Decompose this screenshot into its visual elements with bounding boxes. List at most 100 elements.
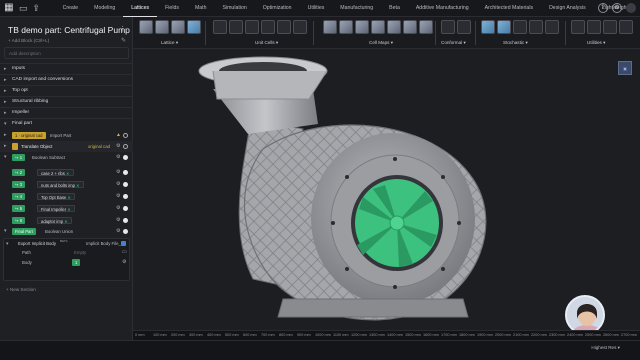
share-icon[interactable]: ⇪ xyxy=(32,3,41,14)
section-cad-import[interactable]: ▸ CAD import and conversions xyxy=(0,74,133,84)
tab-architected-materials[interactable]: Architected Materials xyxy=(477,0,541,17)
unit-cell-icon[interactable] xyxy=(213,20,227,34)
input-row[interactable]: ↪ 5 Final Impeller ✕ ⚙ xyxy=(0,203,133,214)
block-row[interactable]: ▸ 1 · original cad Import Part ▲ xyxy=(0,130,133,141)
tab-additive-manufacturing[interactable]: Additive Manufacturing xyxy=(408,0,477,17)
variable-pill[interactable]: ↪ 5 xyxy=(12,205,26,212)
block-row[interactable]: ▾ Final Part Boolean Union ⚙ xyxy=(0,226,133,237)
variable-pill[interactable]: 1 · original cad xyxy=(12,132,46,139)
variable-pill[interactable]: ↪ 3 xyxy=(12,181,26,188)
input-chip[interactable]: adaptor imp ✕ xyxy=(37,217,72,224)
tab-simulation[interactable]: Simulation xyxy=(215,0,255,17)
group-label-conformal[interactable]: Conformal ▾ xyxy=(441,40,466,46)
tab-lattices[interactable]: Lattices xyxy=(123,0,158,17)
visibility-toggle[interactable] xyxy=(123,229,128,234)
group-label-lattice[interactable]: Lattice ▾ xyxy=(161,40,178,46)
conformal-icon[interactable] xyxy=(441,20,455,34)
group-label-utilities[interactable]: Utilities ▾ xyxy=(587,40,605,46)
stochastic-icon[interactable] xyxy=(529,20,543,34)
lattice-graph-icon[interactable] xyxy=(155,20,169,34)
tab-beta[interactable]: Beta xyxy=(381,0,408,17)
tab-fields[interactable]: Fields xyxy=(157,0,187,17)
input-chip[interactable]: Top Opt Base ✕ xyxy=(37,193,76,200)
visibility-toggle[interactable] xyxy=(123,194,128,199)
chevron-down-icon[interactable]: ▾ xyxy=(4,228,7,234)
gear-icon[interactable]: ⚙ xyxy=(116,181,120,188)
tab-design-analysis[interactable]: Design Analysis xyxy=(541,0,594,17)
stochastic-icon[interactable] xyxy=(545,20,559,34)
stochastic-icon[interactable] xyxy=(497,20,511,34)
section-impeller[interactable]: ▸ Impeller xyxy=(0,107,133,117)
visibility-toggle[interactable] xyxy=(123,218,128,223)
help-icon[interactable]: ? xyxy=(598,3,608,13)
close-icon[interactable]: ✕ xyxy=(66,171,70,176)
visibility-toggle[interactable] xyxy=(123,182,128,187)
view-cube-icon[interactable]: ▣ xyxy=(618,61,632,75)
gear-icon[interactable]: ⚙ xyxy=(122,259,126,266)
utility-icon[interactable] xyxy=(603,20,617,34)
chevron-down-icon[interactable]: ▾ xyxy=(6,241,9,247)
variable-pill[interactable]: ↪ 4 xyxy=(12,193,26,200)
lattice-cube-icon[interactable] xyxy=(139,20,153,34)
visibility-toggle[interactable] xyxy=(123,206,128,211)
chevron-right-icon[interactable]: ▸ xyxy=(4,143,7,149)
export-checkbox[interactable] xyxy=(121,241,126,246)
chevron-down-icon[interactable]: ▾ xyxy=(4,154,7,160)
close-icon[interactable]: ✕ xyxy=(76,183,80,188)
visibility-toggle[interactable] xyxy=(123,170,128,175)
utility-icon[interactable] xyxy=(619,20,633,34)
cell-map-icon[interactable] xyxy=(403,20,417,34)
variable-pill[interactable]: ↪ 1 xyxy=(12,154,26,161)
visibility-toggle[interactable] xyxy=(123,133,128,138)
input-row[interactable]: ↪ 4 Top Opt Base ✕ ⚙ xyxy=(0,191,133,202)
gear-icon[interactable]: ⚙ xyxy=(116,205,120,212)
section-final-part[interactable]: ▾ Final part xyxy=(0,118,133,128)
variable-pill[interactable]: ↪ 2 xyxy=(12,169,26,176)
gear-icon[interactable]: ⚙ xyxy=(116,169,120,176)
close-icon[interactable]: ✕ xyxy=(64,219,68,224)
more-icon[interactable]: ⋮ xyxy=(119,25,126,33)
section-inputs[interactable]: ▸ Inputs xyxy=(0,63,133,73)
new-section-button[interactable]: + New Section xyxy=(6,287,36,292)
body-pill[interactable]: 1 xyxy=(72,259,81,266)
block-row[interactable]: ▸ Translate Object original cad ⚙ xyxy=(0,141,133,152)
variable-pill[interactable]: Final Part xyxy=(12,228,36,235)
cell-map-icon[interactable] xyxy=(355,20,369,34)
pump-model[interactable] xyxy=(133,49,640,330)
section-structural-ribbing[interactable]: ▸ Structural ribbing xyxy=(0,96,133,106)
input-row[interactable]: ↪ 3 nuts and bolts imp ✕ ⚙ xyxy=(0,179,133,190)
add-block-button[interactable]: + Add Block (Ctrl+L) xyxy=(8,38,49,43)
edit-icon[interactable]: ✎ xyxy=(121,37,126,44)
cell-map-icon[interactable] xyxy=(419,20,433,34)
input-chip[interactable]: nuts and bolts imp ✕ xyxy=(37,181,84,188)
chevron-right-icon[interactable]: ▸ xyxy=(4,132,7,138)
stochastic-icon[interactable] xyxy=(481,20,495,34)
unit-cell-icon[interactable] xyxy=(245,20,259,34)
variable-pill[interactable]: ↪ 6 xyxy=(12,217,26,224)
unit-cell-icon[interactable] xyxy=(229,20,243,34)
group-label-cell-maps[interactable]: Cell Maps ▾ xyxy=(369,40,393,46)
visibility-toggle[interactable] xyxy=(123,155,128,160)
close-icon[interactable]: ✕ xyxy=(68,195,72,200)
utility-icon[interactable] xyxy=(571,20,585,34)
settings-icon[interactable]: ⚙ xyxy=(612,3,622,13)
cell-map-icon[interactable] xyxy=(323,20,337,34)
unit-cell-icon[interactable] xyxy=(261,20,275,34)
lattice-volume-icon[interactable] xyxy=(187,20,201,34)
lattice-tpms-icon[interactable] xyxy=(171,20,185,34)
cell-map-icon[interactable] xyxy=(339,20,353,34)
export-block[interactable]: ▾ Export Implicit Body BETA Implicit Bod… xyxy=(3,238,130,281)
input-chip[interactable]: Final Impeller ✕ xyxy=(37,205,75,212)
group-label-stochastic[interactable]: Stochastic ▾ xyxy=(503,40,528,46)
app-logo-icon[interactable]: ▦ xyxy=(4,2,14,14)
conformal-icon[interactable] xyxy=(457,20,471,34)
3d-viewport[interactable]: ▣ xyxy=(133,49,640,335)
path-value[interactable]: Empty xyxy=(74,249,86,256)
gear-icon[interactable]: ⚙ xyxy=(116,154,120,161)
user-avatar-icon[interactable] xyxy=(626,3,636,13)
render-quality-dropdown[interactable]: Highest Res ▾ xyxy=(591,345,620,351)
tab-utilities[interactable]: Utilities xyxy=(300,0,333,17)
section-top-opt[interactable]: ▸ Top opt xyxy=(0,85,133,95)
block-row[interactable]: ▾ ↪ 1 Boolean Subtract ⚙ xyxy=(0,152,133,163)
stochastic-icon[interactable] xyxy=(513,20,527,34)
